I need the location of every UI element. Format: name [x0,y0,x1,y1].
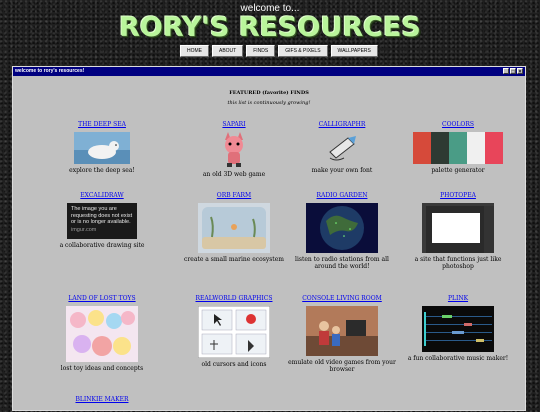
desc-calligraphr: make your own font [311,167,373,174]
card-blinkie-maker: BLINKIE MAKER [47,396,157,407]
card-calligraphr: CALLIGRAPHR make your own font [287,121,397,174]
window-title: welcome to rory's resources! [15,68,85,74]
link-coolors[interactable]: COOLORS [403,121,513,128]
link-plink[interactable]: PLINK [403,295,513,302]
music-maker-thumbnail[interactable] [422,306,494,352]
card-plink: PLINK a fun collaborative music maker! [403,295,513,362]
card-excalidraw: EXCALIDRAW The image you are requesting … [47,192,157,249]
link-radio-garden[interactable]: RADIO GARDEN [287,192,397,199]
site-logo: RORY'S RESOURCES [119,12,421,43]
desc-deep-sea: explore the deep sea! [69,167,135,174]
desc-orb-farm: create a small marine ecosystem [184,256,284,263]
desc-realworld-graphics: old cursors and icons [201,361,267,368]
card-realworld-graphics: REALWORLD GRAPHICS old cursors and icons [179,295,289,368]
link-photopea[interactable]: PHOTOPEA [403,192,513,199]
close-button[interactable]: × [517,68,523,75]
card-photopea: PHOTOPEA a site that functions just like… [403,192,513,270]
desc-excalidraw: a collaborative drawing site [59,242,145,249]
link-calligraphr[interactable]: CALLIGRAPHR [287,121,397,128]
desc-radio-garden: listen to radio stations from all around… [295,256,389,270]
desc-console-living-room: emulate old video games from your browse… [288,359,396,373]
desc-coolors: palette generator [431,167,485,174]
pink-cat-thumbnail[interactable] [219,132,249,168]
nav-home-button[interactable]: HOME [180,45,209,57]
card-land-of-lost-toys: LAND OF LOST TOYS lost toy ideas and con… [47,295,157,372]
retro-photo-thumbnail[interactable] [306,306,378,356]
desc-sapari: an old 3D web game [202,171,266,178]
missing-image-thumbnail[interactable]: The image you are requesting does not ex… [67,203,137,239]
link-blinkie-maker[interactable]: BLINKIE MAKER [47,396,157,403]
desc-land-of-lost-toys: lost toy ideas and concepts [60,365,144,372]
card-sapari: SAPARI an old 3D web game [179,121,289,178]
toys-thumbnail[interactable] [66,306,138,362]
photo-editor-thumbnail[interactable] [422,203,494,253]
window-content: FEATURED (favorite) FINDS this list is c… [13,76,525,412]
desc-plink: a fun collaborative music maker! [407,355,509,362]
aquarium-thumbnail[interactable] [198,203,270,253]
nav-finds-button[interactable]: FINDS [246,45,276,57]
pen-nib-thumbnail[interactable] [326,132,358,164]
nav-gifs-button[interactable]: GIFS & PIXELS [278,45,328,57]
color-palette-thumbnail[interactable] [413,132,503,164]
card-deep-sea: THE DEEP SEA explore the deep sea! [47,121,157,174]
main-window: welcome to rory's resources! _ □ × FEATU… [12,66,526,411]
nav-wallpapers-button[interactable]: WALLPAPERS [330,45,378,57]
card-orb-farm: ORB FARM create a small marine ecosystem [179,192,289,263]
desc-photopea: a site that functions just like photosho… [414,256,502,270]
nav-bar: HOME ABOUT FINDS GIFS & PIXELS WALLPAPER… [180,45,378,57]
nav-about-button[interactable]: ABOUT [212,45,244,57]
link-deep-sea[interactable]: THE DEEP SEA [47,121,157,128]
minimize-button[interactable]: _ [503,68,509,75]
featured-heading: FEATURED (favorite) FINDS [229,90,309,96]
card-coolors: COOLORS palette generator [403,121,513,174]
card-radio-garden: RADIO GARDEN listen to radio stations fr… [287,192,397,270]
link-realworld-graphics[interactable]: REALWORLD GRAPHICS [179,295,289,302]
link-sapari[interactable]: SAPARI [179,121,289,128]
link-land-of-lost-toys[interactable]: LAND OF LOST TOYS [47,295,157,302]
link-console-living-room[interactable]: CONSOLE LIVING ROOM [287,295,397,302]
card-console-living-room: CONSOLE LIVING ROOM emulate old video ga… [287,295,397,373]
globe-thumbnail[interactable] [306,203,378,253]
growing-note: this list is continuously growing! [227,100,311,106]
link-orb-farm[interactable]: ORB FARM [179,192,289,199]
cursors-thumbnail[interactable] [198,306,270,358]
maximize-button[interactable]: □ [510,68,516,75]
link-excalidraw[interactable]: EXCALIDRAW [47,192,157,199]
polar-bear-thumbnail[interactable] [74,132,130,164]
window-titlebar: welcome to rory's resources! _ □ × [13,67,525,76]
